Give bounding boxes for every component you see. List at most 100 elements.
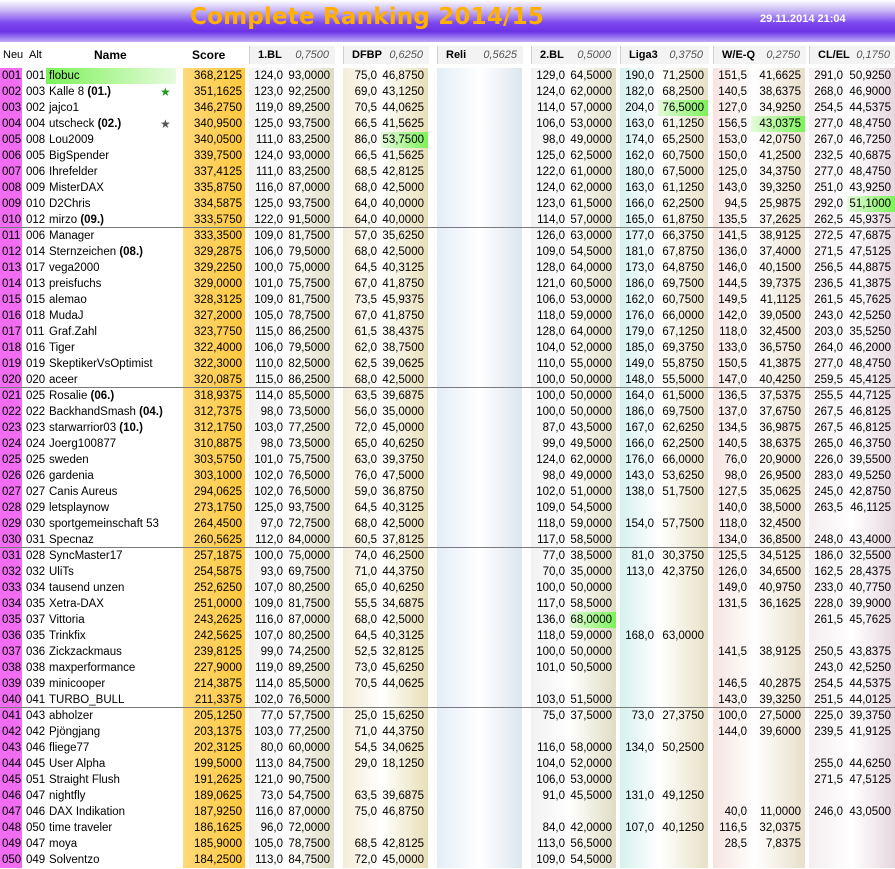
weighted-points: 45,6250 — [382, 662, 424, 674]
weighted-points: 51,5000 — [570, 694, 612, 706]
rank-new: 022 — [2, 406, 22, 418]
raw-points: 226,0 — [814, 454, 843, 466]
weighted-points: 32,4500 — [759, 518, 801, 530]
header-factor: 0,2750 — [766, 49, 800, 61]
weighted-points: 42,8750 — [849, 486, 891, 498]
raw-points: 73,0 — [354, 662, 377, 674]
total-score: 320,0875 — [194, 374, 242, 386]
weighted-points: 44,3750 — [382, 726, 424, 738]
rank-new: 014 — [2, 278, 22, 290]
rank-old: 036 — [26, 646, 46, 658]
weighted-points: 39,0500 — [759, 310, 801, 322]
rank-new: 003 — [2, 102, 22, 114]
table-row: 048 050 time traveler 186,1625 96,0 72,0000 84… — [0, 820, 895, 836]
player-name: Joerg100877 — [49, 438, 117, 450]
raw-points: 225,0 — [814, 710, 843, 722]
total-score: 333,5750 — [194, 214, 242, 226]
player-name: Sternzeichen (08.) — [49, 246, 143, 258]
raw-points: 262,5 — [814, 214, 843, 226]
raw-points: 125,5 — [718, 550, 747, 562]
weighted-points: 87,0000 — [288, 182, 330, 194]
raw-points: 87,0 — [542, 422, 565, 434]
weighted-points: 39,3250 — [759, 694, 801, 706]
weighted-points: 43,9250 — [849, 182, 891, 194]
table-row: 010 012 mirzo (09.) 333,5750 122,0 91,5000 64,… — [0, 212, 895, 228]
weighted-points: 38,6375 — [759, 438, 801, 450]
weighted-points: 44,0625 — [382, 102, 424, 114]
weighted-points: 38,5000 — [759, 502, 801, 514]
weighted-points: 36,8750 — [382, 486, 424, 498]
rank-new: 050 — [2, 854, 22, 866]
total-score: 303,5750 — [194, 454, 242, 466]
raw-points: 251,0 — [814, 182, 843, 194]
raw-points: 277,0 — [814, 118, 843, 130]
table-row: 001 001 flobuc 368,2125 124,0 93,0000 75,0 46,8… — [0, 68, 895, 84]
weighted-points: 42,5000 — [382, 518, 424, 530]
rank-old: 012 — [26, 214, 46, 226]
weighted-points: 73,5000 — [288, 438, 330, 450]
raw-points: 114,0 — [255, 390, 283, 402]
weighted-points: 75,7500 — [288, 278, 330, 290]
weighted-points: 57,0000 — [570, 102, 612, 114]
table-row: 035 037 Vittoria 243,2625 116,0 87,0000 68,0 42… — [0, 612, 895, 628]
raw-points: 67,0 — [354, 278, 377, 290]
weighted-points: 85,5000 — [288, 390, 330, 402]
weighted-points: 38,4375 — [382, 326, 424, 338]
raw-points: 267,5 — [814, 422, 843, 434]
weighted-points: 59,0000 — [570, 310, 612, 322]
weighted-points: 46,1125 — [850, 502, 891, 514]
rank-old: 020 — [26, 374, 46, 386]
weighted-points: 53,0000 — [570, 294, 612, 306]
rank-old: 045 — [26, 758, 46, 770]
weighted-points: 37,6750 — [759, 406, 801, 418]
raw-points: 107,0 — [254, 630, 283, 642]
weighted-points: 39,6875 — [382, 390, 424, 402]
group-divider — [0, 547, 895, 548]
weighted-points: 49,5000 — [570, 438, 612, 450]
total-score: 312,1750 — [194, 422, 242, 434]
raw-points: 100,0 — [536, 390, 565, 402]
weighted-points: 64,8750 — [662, 262, 704, 274]
raw-points: 80,0 — [260, 742, 283, 754]
raw-points: 143,0 — [718, 182, 747, 194]
weighted-points: 45,9375 — [849, 214, 891, 226]
table-row: 032 032 UliTs 254,5875 93,0 69,7500 71,0 44,375… — [0, 564, 895, 580]
weighted-points: 41,8750 — [382, 278, 424, 290]
weighted-points: 55,8750 — [662, 358, 704, 370]
header-factor: 0,1750 — [856, 49, 890, 61]
rank-new: 031 — [2, 550, 22, 562]
total-score: 334,5875 — [194, 198, 242, 210]
weighted-points: 39,6875 — [382, 790, 424, 802]
total-score: 312,7375 — [194, 406, 242, 418]
weighted-points: 44,3750 — [382, 566, 424, 578]
raw-points: 75,0 — [542, 710, 565, 722]
raw-points: 149,0 — [625, 358, 654, 370]
total-score: 205,1250 — [194, 710, 242, 722]
raw-points: 102,0 — [536, 486, 565, 498]
total-score: 202,3125 — [194, 742, 242, 754]
raw-points: 113,0 — [626, 566, 654, 578]
weighted-points: 48,4750 — [849, 358, 891, 370]
title-badge: (02.) — [94, 118, 122, 130]
raw-points: 84,0 — [542, 822, 565, 834]
raw-points: 127,5 — [718, 486, 747, 498]
rank-old: 003 — [26, 86, 46, 98]
rank-new: 028 — [2, 502, 22, 514]
weighted-points: 83,2500 — [288, 166, 330, 178]
weighted-points: 46,8125 — [849, 406, 891, 418]
player-name: utscheck (02.) — [49, 118, 122, 130]
rank-new: 036 — [2, 630, 22, 642]
weighted-points: 60,7500 — [662, 150, 704, 162]
raw-points: 111,0 — [255, 134, 283, 146]
weighted-points: 47,6875 — [849, 230, 891, 242]
rank-old: 035 — [26, 630, 46, 642]
raw-points: 174,0 — [625, 134, 654, 146]
raw-points: 66,5 — [354, 118, 377, 130]
rank-old: 016 — [26, 342, 46, 354]
rank-new: 023 — [2, 422, 22, 434]
rank-new: 027 — [2, 486, 22, 498]
weighted-points: 18,1250 — [382, 758, 424, 770]
player-name: vega2000 — [49, 262, 100, 274]
total-score: 251,0000 — [194, 598, 242, 610]
weighted-points: 35,0000 — [570, 566, 612, 578]
